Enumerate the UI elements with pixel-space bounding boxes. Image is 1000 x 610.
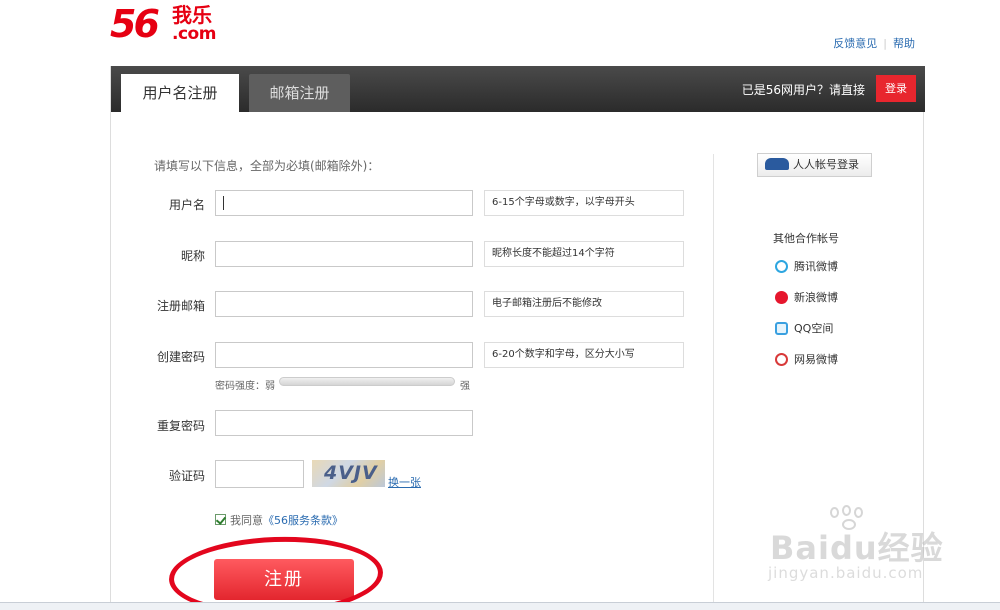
refresh-captcha-link[interactable]: 换一张 (388, 474, 421, 490)
tab-bar: 用户名注册 邮箱注册 已是56网用户？请直接 登录 (111, 66, 925, 112)
password-strength-strong: 强 (460, 381, 470, 392)
email-hint: 电子邮箱注册后不能修改 (484, 291, 684, 317)
help-link[interactable]: 帮助 (893, 35, 915, 51)
captcha-text: 4VJV (324, 462, 378, 484)
renren-login-button[interactable]: 人人帐号登录 (757, 153, 872, 177)
password-strength-bar (279, 377, 455, 386)
watermark-brand: Baidu经验 (770, 529, 944, 567)
partner-accounts-title: 其他合作帐号 (773, 232, 839, 245)
username-input[interactable] (215, 190, 473, 216)
nickname-input[interactable] (215, 241, 473, 267)
top-links: 反馈意见 | 帮助 (833, 35, 915, 51)
password-hint: 6-20个数字和字母，区分大小写 (484, 342, 684, 368)
qzone-icon (775, 322, 788, 335)
nickname-label: 昵称 (180, 249, 205, 263)
browser-status-bar (0, 602, 1000, 610)
partner-netease-weibo[interactable]: 网易微博 (775, 352, 838, 368)
terms-link[interactable]: 《56服务条款》 (263, 514, 343, 527)
tab-username-register[interactable]: 用户名注册 (121, 74, 239, 112)
renren-icon (765, 158, 789, 170)
partner-sina-weibo[interactable]: 新浪微博 (775, 290, 838, 306)
already-user-text: 已是56网用户？请直接 (741, 83, 865, 97)
tab-email-register[interactable]: 邮箱注册 (249, 74, 350, 112)
tencent-weibo-icon (775, 260, 788, 273)
column-divider (713, 154, 714, 610)
partner-qzone[interactable]: QQ空间 (775, 321, 833, 337)
captcha-label: 验证码 (168, 469, 205, 483)
partner-label: QQ空间 (794, 322, 834, 335)
feedback-link[interactable]: 反馈意见 (833, 35, 877, 51)
username-label: 用户名 (168, 198, 205, 212)
sina-weibo-icon (775, 291, 788, 304)
repeat-password-label: 重复密码 (156, 419, 205, 433)
email-input[interactable] (215, 291, 473, 317)
captcha-image[interactable]: 4VJV (312, 460, 385, 487)
renren-login-label: 人人帐号登录 (793, 158, 859, 171)
password-label: 创建密码 (156, 350, 205, 364)
partner-tencent-weibo[interactable]: 腾讯微博 (775, 259, 838, 275)
partner-label: 新浪微博 (794, 291, 838, 304)
baidu-watermark: Baidu经验 jingyan.baidu.com (760, 505, 1000, 590)
captcha-input[interactable] (215, 460, 304, 488)
username-hint: 6-15个字母或数字，以字母开头 (484, 190, 684, 216)
netease-weibo-icon (775, 353, 788, 366)
login-button[interactable]: 登录 (876, 75, 916, 102)
logo-domain: .com (172, 24, 216, 44)
form-intro: 请填写以下信息，全部为必填(邮箱除外)： (154, 159, 380, 173)
email-label: 注册邮箱 (156, 299, 205, 313)
nickname-hint: 昵称长度不能超过14个字符 (484, 241, 684, 267)
agree-prefix: 我同意 (230, 514, 263, 527)
logo-number: 56 (110, 2, 160, 46)
password-strength-label: 密码强度：弱 (215, 381, 275, 392)
partner-label: 腾讯微博 (794, 260, 838, 273)
agree-checkbox[interactable] (215, 514, 226, 525)
link-separator: | (883, 37, 887, 50)
site-logo[interactable]: 56 我乐 .com (110, 2, 230, 46)
highlight-circle-annotation (167, 533, 385, 610)
password-input[interactable] (215, 342, 473, 368)
logo-chinese: 我乐 (172, 3, 212, 27)
agree-text: 我同意《56服务条款》 (230, 512, 343, 528)
partner-label: 网易微博 (794, 353, 838, 366)
watermark-url: jingyan.baidu.com (768, 564, 924, 582)
repeat-password-input[interactable] (215, 410, 473, 436)
